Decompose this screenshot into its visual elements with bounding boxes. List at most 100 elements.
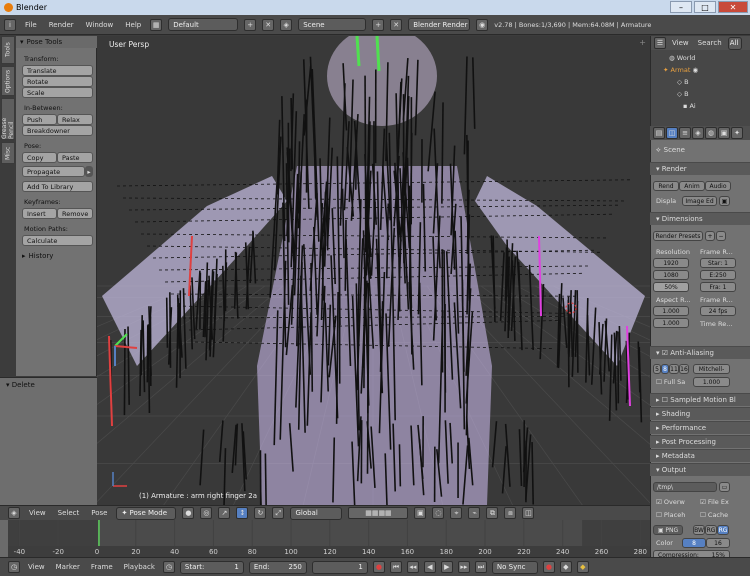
dimensions-panel-header[interactable]: ▾ Dimensions <box>650 212 750 225</box>
visibility-eye-icon[interactable]: ◉ <box>692 66 698 74</box>
pose-tools-header[interactable]: ▾ Pose Tools <box>16 36 97 48</box>
full-sample-checkbox[interactable]: ☐ Full Sa <box>656 378 685 386</box>
push-button[interactable]: Push <box>22 114 57 125</box>
anti-aliasing-panel-header[interactable]: ▾ ☑ Anti-Aliasing <box>650 346 750 359</box>
timeline[interactable]: -40 -20 0 20 40 60 80 100 120 140 160 180 200 220 240 2… <box>0 520 650 557</box>
aa-samples-11-button[interactable]: 11 <box>669 364 679 374</box>
render-context-icon[interactable]: ◫ <box>666 127 678 139</box>
frame-start-field[interactable]: Star: 1 <box>700 258 736 268</box>
scale-manipulator-icon[interactable]: ⤢ <box>272 507 285 519</box>
aa-samples-8-button[interactable]: 8 <box>661 364 669 374</box>
tab-misc[interactable]: Misc <box>1 142 15 164</box>
menu-render[interactable]: Render <box>46 21 77 29</box>
play-icon[interactable]: ▶ <box>440 561 453 573</box>
cache-result-checkbox[interactable]: ☐ Cache <box>700 511 728 519</box>
preview-range-icon[interactable]: ◷ <box>162 561 175 573</box>
lock-layers-icon[interactable]: ▣ <box>414 507 427 519</box>
filter-size-field[interactable]: 1.000 <box>693 377 730 387</box>
prev-keyframe-icon[interactable]: ◂◂ <box>406 561 419 573</box>
outliner-item-bone[interactable]: ◇ B <box>677 78 689 86</box>
auto-ik-icon[interactable]: ⌁ <box>468 507 481 519</box>
scale-button[interactable]: Scale <box>22 87 93 98</box>
overwrite-checkbox[interactable]: ☑ Overw <box>656 498 685 506</box>
transform-orientation-select[interactable]: Global <box>290 506 343 520</box>
outliner-search-menu[interactable]: Search <box>695 39 725 47</box>
properties-editor-icon[interactable]: ▤ <box>653 127 665 139</box>
performance-panel-header[interactable]: ▸ Performance <box>650 421 750 434</box>
breakdowner-button[interactable]: Breakdowner <box>22 125 93 136</box>
color-rgba-button[interactable]: RG <box>717 525 729 535</box>
metadata-panel-header[interactable]: ▸ Metadata <box>650 449 750 462</box>
marker-menu[interactable]: Marker <box>53 563 83 571</box>
jump-start-icon[interactable]: ⏮ <box>389 561 402 573</box>
file-format-select[interactable]: ▣ PNG <box>653 525 683 535</box>
layout-add-icon[interactable]: + <box>244 18 257 31</box>
resolution-y-field[interactable]: 1080 <box>653 270 689 280</box>
aa-samples-16-button[interactable]: 16 <box>679 364 689 374</box>
frame-rate-select[interactable]: 24 fps <box>700 306 736 316</box>
end-frame-field[interactable]: End: 250 <box>248 560 307 574</box>
frame-end-field[interactable]: E:250 <box>700 270 736 280</box>
file-extensions-checkbox[interactable]: ☑ File Ex <box>700 498 729 506</box>
close-button[interactable]: ✕ <box>718 1 748 13</box>
tab-options[interactable]: Options <box>1 66 15 96</box>
color-rgb-button[interactable]: RG <box>705 525 717 535</box>
copy-pose-button[interactable]: Copy <box>22 152 57 163</box>
remove-keyframe-button[interactable]: Remove <box>57 208 93 219</box>
add-to-library-button[interactable]: Add To Library <box>22 181 93 192</box>
motion-blur-panel-header[interactable]: ▸ ☐ Sampled Motion Bl <box>650 393 750 406</box>
render-engine-selector[interactable]: Blender Render <box>408 18 471 31</box>
proportional-edit-icon[interactable]: ◌ <box>432 507 445 519</box>
color-bw-button[interactable]: BW <box>693 525 705 535</box>
render-audio-button[interactable]: Audio <box>705 181 731 191</box>
output-path-field[interactable]: /tmp\ <box>653 482 717 492</box>
shading-panel-header[interactable]: ▸ Shading <box>650 407 750 420</box>
viewport-shading-icon[interactable]: ● <box>182 507 195 519</box>
paste-pose-button[interactable]: Paste <box>57 152 93 163</box>
maximize-button[interactable]: □ <box>694 1 716 13</box>
render-image-button[interactable]: Rend <box>653 181 679 191</box>
timeline-view-menu[interactable]: View <box>25 563 48 571</box>
outliner-filter-select[interactable]: All <box>727 36 742 50</box>
post-processing-panel-header[interactable]: ▸ Post Processing <box>650 435 750 448</box>
render-panel-header[interactable]: ▾ Render <box>650 162 750 175</box>
current-frame-field[interactable]: 1 <box>311 560 368 574</box>
outliner-editor-icon[interactable]: ☰ <box>654 37 666 49</box>
translate-manipulator-icon[interactable]: ↕ <box>236 507 249 519</box>
auto-keying-icon[interactable]: ● <box>542 561 555 573</box>
display-mode-select[interactable]: Image Ed <box>682 196 717 206</box>
sync-mode-select[interactable]: No Sync <box>491 560 538 574</box>
scene-remove-icon[interactable]: ✕ <box>390 18 403 31</box>
outliner-item-bone[interactable]: ◇ B <box>677 90 689 98</box>
outliner-item-world[interactable]: ◍ World <box>669 54 695 62</box>
propagate-menu-arrow-icon[interactable]: ▸ <box>85 166 93 177</box>
mode-select[interactable]: ✦ Pose Mode <box>116 506 177 520</box>
aa-filter-select[interactable]: Mitchell- <box>693 364 730 374</box>
outliner-view-menu[interactable]: View <box>669 39 692 47</box>
menu-window[interactable]: Window <box>83 21 117 29</box>
screen-layout-icon[interactable]: ▦ <box>150 18 163 31</box>
placeholders-checkbox[interactable]: ☐ Placeh <box>656 511 685 519</box>
render-preview-icon[interactable]: ◫ <box>522 507 535 519</box>
scene-icon[interactable]: ◈ <box>280 18 293 31</box>
output-panel-header[interactable]: ▾ Output <box>650 463 750 476</box>
layout-remove-icon[interactable]: ✕ <box>262 18 275 31</box>
insert-keyframe-button[interactable]: Insert <box>22 208 57 219</box>
color-depth-8-button[interactable]: 8 <box>682 538 706 548</box>
preset-add-icon[interactable]: + <box>705 231 715 241</box>
scene-selector[interactable]: Scene <box>298 18 367 31</box>
play-reverse-icon[interactable]: ◀ <box>423 561 436 573</box>
frame-step-field[interactable]: Fra: 1 <box>700 282 736 292</box>
world-context-icon[interactable]: ◍ <box>705 127 717 139</box>
tab-tools[interactable]: Tools <box>1 36 15 64</box>
jump-end-icon[interactable]: ⏭ <box>474 561 487 573</box>
rotate-button[interactable]: Rotate <box>22 76 93 87</box>
browse-folder-icon[interactable]: ▭ <box>719 482 730 492</box>
playback-menu[interactable]: Playback <box>121 563 158 571</box>
timeline-scroll-left[interactable] <box>0 520 8 557</box>
keying-set-icon[interactable]: ◆ <box>559 561 572 573</box>
scene-context-icon[interactable]: ◈ <box>692 127 704 139</box>
timeline-editor-icon[interactable]: ◷ <box>8 561 20 573</box>
bone-context-icon[interactable]: ✦ <box>731 127 743 139</box>
insert-key-icon[interactable]: ◆ <box>576 561 589 573</box>
